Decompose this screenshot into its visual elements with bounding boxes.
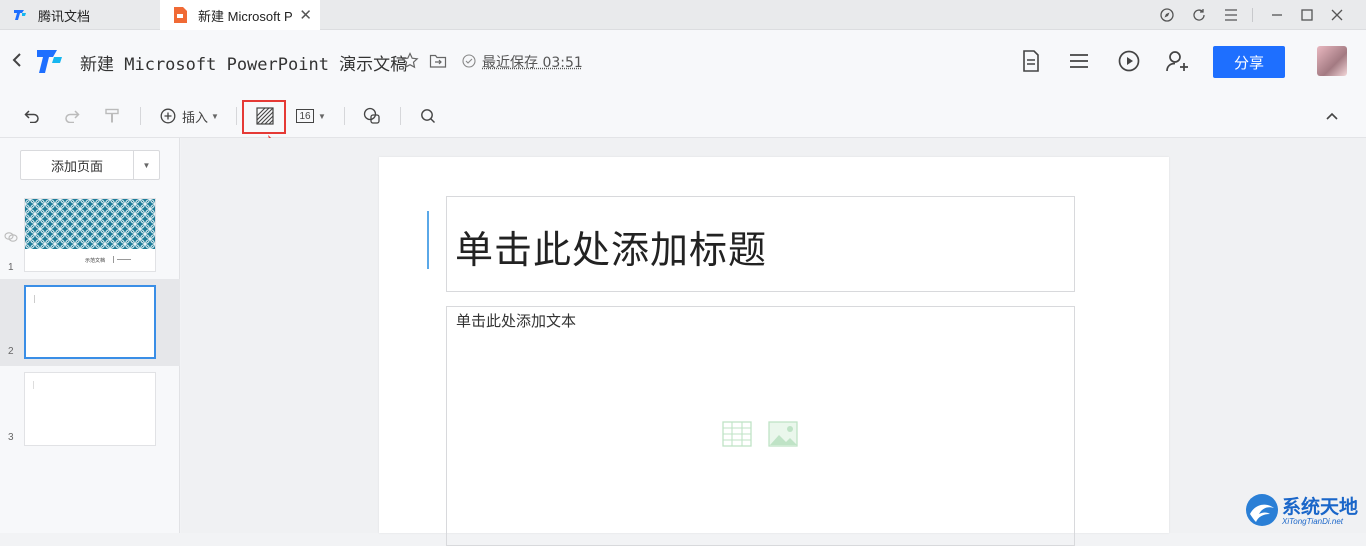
window-close-icon[interactable]	[1322, 0, 1352, 30]
tencent-docs-logo[interactable]	[34, 46, 64, 76]
chevron-down-icon: ▼	[318, 112, 326, 121]
tab-presentation[interactable]: 新建 Microsoft P ✕	[160, 0, 320, 30]
slide-number: 1	[8, 262, 14, 273]
move-folder-icon[interactable]	[429, 52, 447, 75]
star-icon[interactable]	[401, 52, 419, 75]
insert-image-icon[interactable]	[768, 421, 798, 452]
redo-icon[interactable]	[64, 105, 80, 127]
slide-title-placeholder: 单击此处添加标题	[455, 219, 767, 274]
watermark-title: 系统天地	[1282, 492, 1358, 519]
tab-label: 腾讯文档	[38, 6, 90, 25]
insert-button[interactable]: 插入 ▼	[160, 105, 219, 127]
caption-divider	[113, 256, 114, 263]
slide-body-placeholder: 单击此处添加文本	[456, 310, 576, 331]
pattern-image	[25, 199, 155, 249]
document-title[interactable]: 新建 Microsoft PowerPoint 演示文稿	[80, 50, 407, 75]
caption-line	[117, 259, 131, 260]
refresh-icon[interactable]	[1184, 0, 1214, 30]
slide-number: 2	[8, 346, 14, 357]
slide-thumbnail-row[interactable]: 1 示范文档	[0, 196, 180, 276]
maximize-icon[interactable]	[1292, 0, 1322, 30]
save-status: 最近保存 03:51	[482, 52, 583, 72]
tencent-docs-icon	[12, 7, 28, 23]
text-cursor	[427, 211, 429, 269]
slide-size-badge: 16	[296, 109, 314, 123]
watermark-url: XiTongTianDi.net	[1282, 517, 1343, 526]
toolbar-divider	[344, 107, 345, 125]
highlight-box	[242, 100, 286, 134]
add-page-button[interactable]: 添加页面 ▼	[20, 150, 160, 180]
toolbar-divider	[400, 107, 401, 125]
compass-icon[interactable]	[1152, 0, 1182, 30]
undo-icon[interactable]	[24, 105, 40, 127]
add-collaborator-icon[interactable]	[1164, 48, 1190, 74]
slide-number: 3	[8, 432, 14, 443]
search-icon[interactable]	[420, 105, 436, 127]
tab-tencent-docs[interactable]: 腾讯文档	[0, 0, 160, 30]
share-button[interactable]: 分享	[1213, 46, 1285, 78]
minimize-icon[interactable]	[1262, 0, 1292, 30]
document-icon[interactable]	[1018, 48, 1044, 74]
thumbnail-caption: 示范文档	[85, 257, 105, 264]
layout-size-button[interactable]: 16 ▼	[296, 105, 326, 127]
title-placeholder-box[interactable]: 单击此处添加标题	[446, 196, 1075, 292]
add-page-label: 添加页面	[21, 151, 134, 179]
collapse-toolbar-icon[interactable]	[1325, 105, 1339, 127]
avatar[interactable]	[1317, 46, 1347, 76]
list-menu-icon[interactable]	[1066, 48, 1092, 74]
presentation-icon	[172, 7, 188, 23]
cursor-mark	[33, 381, 34, 389]
body-placeholder-box[interactable]: 单击此处添加文本	[446, 306, 1075, 546]
insert-table-icon[interactable]	[722, 421, 752, 452]
insert-label: 插入	[182, 107, 208, 126]
slide-thumbnail[interactable]: 示范文档	[24, 198, 156, 272]
slide-thumbnail[interactable]	[24, 285, 156, 359]
toolbar-divider	[140, 107, 141, 125]
slide-thumbnail-row-selected[interactable]: 2	[0, 279, 180, 366]
slide-thumbnail-row[interactable]: 3	[0, 370, 180, 450]
plus-circle-icon	[160, 108, 176, 124]
site-watermark: 系统天地 XiTongTianDi.net	[1244, 492, 1366, 530]
toolbar-divider	[236, 107, 237, 125]
divider	[1252, 8, 1253, 22]
format-painter-icon[interactable]	[104, 105, 120, 127]
cursor-mark	[34, 295, 35, 303]
back-icon[interactable]	[12, 52, 22, 73]
close-icon[interactable]: ✕	[299, 6, 312, 24]
chevron-down-icon: ▼	[211, 112, 219, 121]
editing-toolbar: 插入 ▼ 16 ▼	[0, 94, 1366, 138]
slides-sidebar: 添加页面 ▼ 1 示范文档 2 3	[0, 138, 180, 533]
tab-bar: 腾讯文档 新建 Microsoft P ✕	[0, 0, 1366, 30]
slide-page: 单击此处添加标题 单击此处添加文本	[379, 157, 1169, 533]
link-icon	[4, 230, 18, 248]
saved-check-icon	[462, 54, 476, 73]
shape-icon[interactable]	[363, 105, 381, 127]
tab-label: 新建 Microsoft P	[198, 6, 293, 25]
slide-thumbnail[interactable]	[24, 372, 156, 446]
dolphin-logo-icon	[1244, 492, 1280, 528]
document-header: 新建 Microsoft PowerPoint 演示文稿 最近保存 03:51 …	[0, 30, 1366, 94]
menu-icon[interactable]	[1216, 0, 1246, 30]
play-icon[interactable]	[1116, 48, 1142, 74]
chevron-down-icon[interactable]: ▼	[134, 151, 159, 179]
